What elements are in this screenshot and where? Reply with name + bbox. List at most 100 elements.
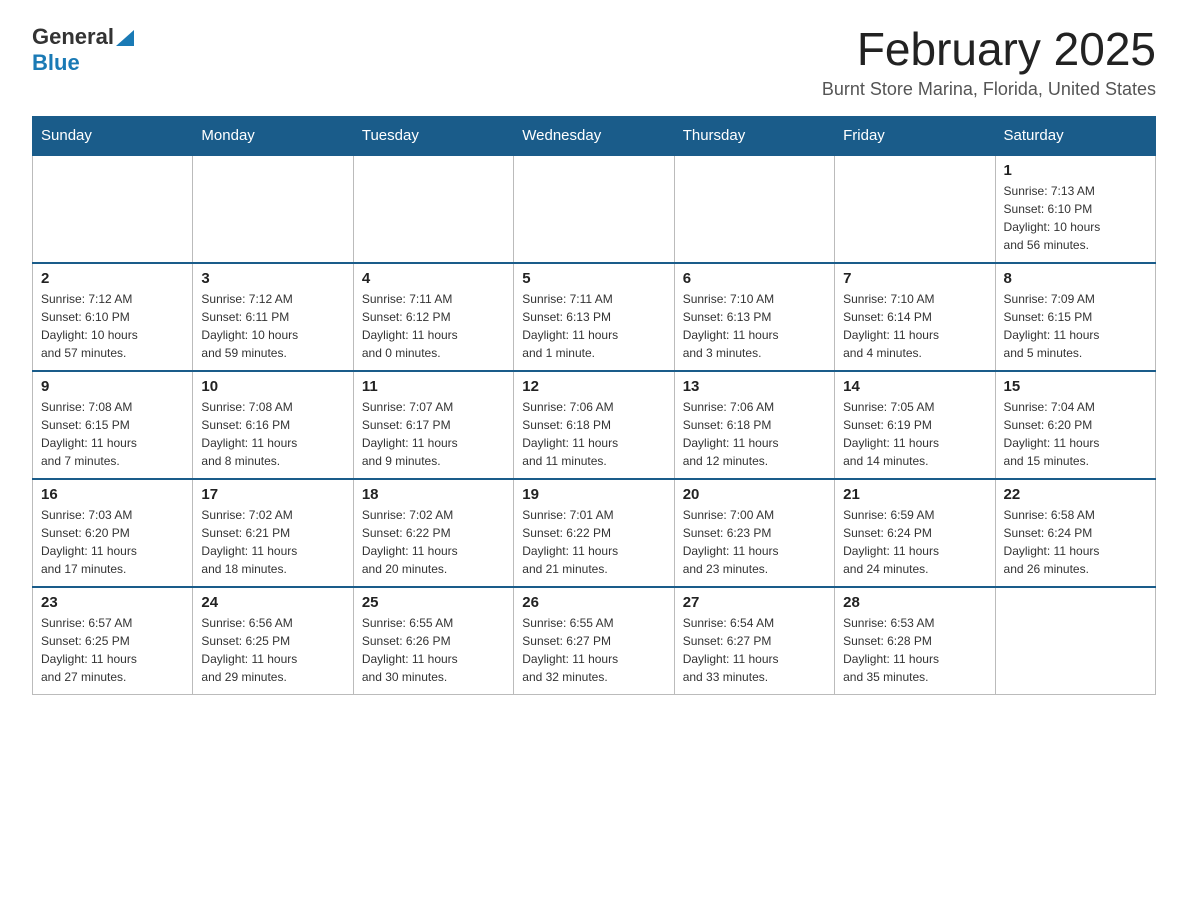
day-number: 10 [201,378,344,395]
day-info: Sunrise: 7:02 AM Sunset: 6:22 PM Dayligh… [362,506,505,578]
day-info: Sunrise: 7:02 AM Sunset: 6:21 PM Dayligh… [201,506,344,578]
day-info: Sunrise: 6:56 AM Sunset: 6:25 PM Dayligh… [201,614,344,686]
calendar-cell [674,155,834,263]
day-number: 5 [522,270,665,287]
calendar-cell: 9 Sunrise: 7:08 AM Sunset: 6:15 PM Daylig… [33,371,193,479]
day-info: Sunrise: 6:57 AM Sunset: 6:25 PM Dayligh… [41,614,184,686]
calendar-cell: 25 Sunrise: 6:55 AM Sunset: 6:26 PM Dayli… [353,587,513,695]
day-info: Sunrise: 7:10 AM Sunset: 6:13 PM Dayligh… [683,290,826,362]
day-info: Sunrise: 7:12 AM Sunset: 6:11 PM Dayligh… [201,290,344,362]
day-number: 7 [843,270,986,287]
calendar-cell: 5 Sunrise: 7:11 AM Sunset: 6:13 PM Daylig… [514,263,674,371]
day-number: 13 [683,378,826,395]
day-number: 27 [683,594,826,611]
day-info: Sunrise: 7:04 AM Sunset: 6:20 PM Dayligh… [1004,398,1147,470]
calendar-cell: 26 Sunrise: 6:55 AM Sunset: 6:27 PM Dayli… [514,587,674,695]
day-info: Sunrise: 7:00 AM Sunset: 6:23 PM Dayligh… [683,506,826,578]
calendar-cell [514,155,674,263]
day-number: 8 [1004,270,1147,287]
day-number: 24 [201,594,344,611]
location-subtitle: Burnt Store Marina, Florida, United Stat… [822,79,1156,100]
day-info: Sunrise: 7:13 AM Sunset: 6:10 PM Dayligh… [1004,182,1147,254]
calendar-header-tuesday: Tuesday [353,116,513,155]
day-number: 22 [1004,486,1147,503]
calendar-header-row: SundayMondayTuesdayWednesdayThursdayFrid… [33,116,1156,155]
title-section: February 2025 Burnt Store Marina, Florid… [822,24,1156,100]
calendar-week-row: 16 Sunrise: 7:03 AM Sunset: 6:20 PM Dayli… [33,479,1156,587]
day-info: Sunrise: 7:12 AM Sunset: 6:10 PM Dayligh… [41,290,184,362]
day-number: 20 [683,486,826,503]
calendar-cell: 7 Sunrise: 7:10 AM Sunset: 6:14 PM Daylig… [835,263,995,371]
calendar-cell [835,155,995,263]
day-number: 16 [41,486,184,503]
calendar-cell: 18 Sunrise: 7:02 AM Sunset: 6:22 PM Dayli… [353,479,513,587]
calendar-header-thursday: Thursday [674,116,834,155]
logo-arrow-icon [116,30,134,46]
logo-general: General [32,24,114,50]
calendar-cell: 13 Sunrise: 7:06 AM Sunset: 6:18 PM Dayli… [674,371,834,479]
day-info: Sunrise: 6:55 AM Sunset: 6:26 PM Dayligh… [362,614,505,686]
calendar-cell: 15 Sunrise: 7:04 AM Sunset: 6:20 PM Dayli… [995,371,1155,479]
day-info: Sunrise: 7:03 AM Sunset: 6:20 PM Dayligh… [41,506,184,578]
calendar-cell: 21 Sunrise: 6:59 AM Sunset: 6:24 PM Dayli… [835,479,995,587]
calendar-cell: 14 Sunrise: 7:05 AM Sunset: 6:19 PM Dayli… [835,371,995,479]
calendar-cell: 16 Sunrise: 7:03 AM Sunset: 6:20 PM Dayli… [33,479,193,587]
calendar-cell: 19Sunrise: 7:01 AM Sunset: 6:22 PM Dayli… [514,479,674,587]
day-number: 17 [201,486,344,503]
day-info: Sunrise: 6:59 AM Sunset: 6:24 PM Dayligh… [843,506,986,578]
calendar-cell: 17 Sunrise: 7:02 AM Sunset: 6:21 PM Dayli… [193,479,353,587]
calendar-cell: 20 Sunrise: 7:00 AM Sunset: 6:23 PM Dayli… [674,479,834,587]
calendar-cell [33,155,193,263]
day-number: 12 [522,378,665,395]
calendar-week-row: 2 Sunrise: 7:12 AM Sunset: 6:10 PM Daylig… [33,263,1156,371]
day-info: Sunrise: 6:54 AM Sunset: 6:27 PM Dayligh… [683,614,826,686]
page-header: General Blue February 2025 Burnt Store M… [32,24,1156,100]
calendar-cell: 1Sunrise: 7:13 AM Sunset: 6:10 PM Daylig… [995,155,1155,263]
day-number: 25 [362,594,505,611]
calendar-cell: 12Sunrise: 7:06 AM Sunset: 6:18 PM Dayli… [514,371,674,479]
calendar-cell: 8 Sunrise: 7:09 AM Sunset: 6:15 PM Daylig… [995,263,1155,371]
calendar-header-sunday: Sunday [33,116,193,155]
calendar-header-saturday: Saturday [995,116,1155,155]
logo: General Blue [32,24,134,76]
day-number: 9 [41,378,184,395]
day-info: Sunrise: 7:10 AM Sunset: 6:14 PM Dayligh… [843,290,986,362]
day-number: 14 [843,378,986,395]
calendar-cell [353,155,513,263]
calendar-cell: 6 Sunrise: 7:10 AM Sunset: 6:13 PM Daylig… [674,263,834,371]
day-info: Sunrise: 6:53 AM Sunset: 6:28 PM Dayligh… [843,614,986,686]
calendar-week-row: 1Sunrise: 7:13 AM Sunset: 6:10 PM Daylig… [33,155,1156,263]
day-number: 4 [362,270,505,287]
day-number: 15 [1004,378,1147,395]
day-info: Sunrise: 7:08 AM Sunset: 6:16 PM Dayligh… [201,398,344,470]
day-number: 18 [362,486,505,503]
calendar-cell: 4 Sunrise: 7:11 AM Sunset: 6:12 PM Daylig… [353,263,513,371]
calendar-cell: 3 Sunrise: 7:12 AM Sunset: 6:11 PM Daylig… [193,263,353,371]
logo-blue: Blue [32,50,80,75]
day-number: 2 [41,270,184,287]
calendar-header-wednesday: Wednesday [514,116,674,155]
day-info: Sunrise: 7:11 AM Sunset: 6:13 PM Dayligh… [522,290,665,362]
day-number: 26 [522,594,665,611]
day-info: Sunrise: 7:09 AM Sunset: 6:15 PM Dayligh… [1004,290,1147,362]
calendar-cell [995,587,1155,695]
day-info: Sunrise: 7:05 AM Sunset: 6:19 PM Dayligh… [843,398,986,470]
day-number: 6 [683,270,826,287]
day-number: 28 [843,594,986,611]
day-info: Sunrise: 6:55 AM Sunset: 6:27 PM Dayligh… [522,614,665,686]
day-info: Sunrise: 7:11 AM Sunset: 6:12 PM Dayligh… [362,290,505,362]
calendar-table: SundayMondayTuesdayWednesdayThursdayFrid… [32,116,1156,695]
calendar-cell: 24 Sunrise: 6:56 AM Sunset: 6:25 PM Dayli… [193,587,353,695]
day-info: Sunrise: 7:07 AM Sunset: 6:17 PM Dayligh… [362,398,505,470]
calendar-week-row: 23Sunrise: 6:57 AM Sunset: 6:25 PM Dayli… [33,587,1156,695]
day-info: Sunrise: 7:06 AM Sunset: 6:18 PM Dayligh… [683,398,826,470]
month-title: February 2025 [822,24,1156,75]
day-number: 11 [362,378,505,395]
day-info: Sunrise: 7:01 AM Sunset: 6:22 PM Dayligh… [522,506,665,578]
calendar-cell: 22Sunrise: 6:58 AM Sunset: 6:24 PM Dayli… [995,479,1155,587]
calendar-cell [193,155,353,263]
calendar-header-friday: Friday [835,116,995,155]
day-info: Sunrise: 7:08 AM Sunset: 6:15 PM Dayligh… [41,398,184,470]
day-number: 21 [843,486,986,503]
day-number: 3 [201,270,344,287]
